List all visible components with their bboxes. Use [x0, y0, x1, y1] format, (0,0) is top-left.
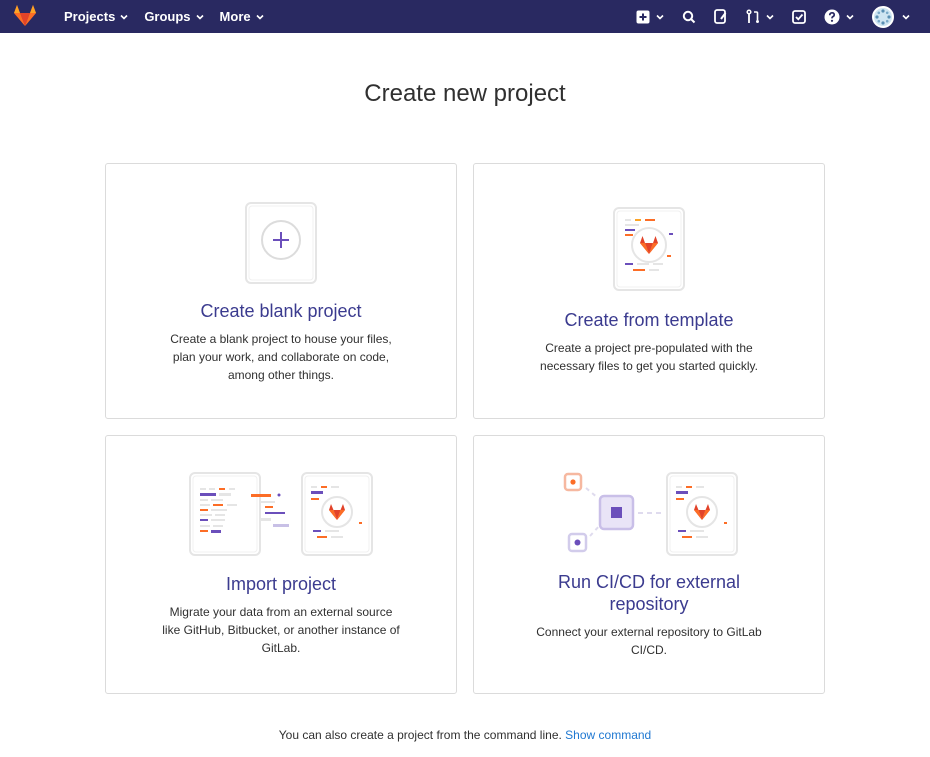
card-title: Create blank project [200, 301, 362, 321]
issues-button[interactable] [705, 0, 737, 33]
card-description: Migrate your data from an external sourc… [162, 605, 400, 655]
chevron-down-icon [256, 14, 264, 20]
merge-request-icon [746, 9, 759, 23]
command-line-hint: You can also create a project from the c… [0, 728, 930, 742]
import-illustration [189, 472, 373, 556]
new-item-dropdown[interactable] [627, 0, 673, 33]
chevron-down-icon [846, 14, 854, 20]
import-project-card[interactable]: Import project Migrate your data from an… [105, 435, 457, 694]
card-title: Import project [225, 574, 337, 594]
avatar [872, 5, 894, 28]
nav-groups-dropdown[interactable]: Groups [136, 0, 211, 33]
page-title: Create new project [364, 80, 566, 107]
card-title: Create from template [564, 310, 734, 330]
search-icon [682, 10, 696, 23]
plus-square-icon [636, 10, 650, 23]
nav-projects-label: Projects [64, 9, 116, 24]
template-illustration [613, 207, 685, 291]
question-icon [824, 9, 840, 24]
user-menu-dropdown[interactable] [863, 0, 910, 33]
nav-more-label: More [219, 9, 251, 24]
gitlab-logo-icon[interactable] [12, 3, 38, 29]
nav-projects-dropdown[interactable]: Projects [56, 0, 136, 33]
blank-project-illustration [245, 202, 317, 284]
chevron-down-icon [766, 14, 774, 20]
chevron-down-icon [656, 14, 664, 20]
search-button[interactable] [673, 0, 705, 33]
chevron-down-icon [120, 14, 128, 20]
cicd-illustration [563, 472, 738, 556]
card-description: Connect your external repository to GitL… [536, 625, 762, 657]
command-line-text: You can also create a project from the c… [278, 728, 562, 742]
card-description: Create a blank project to house your fil… [170, 332, 392, 382]
chevron-down-icon [195, 14, 204, 20]
merge-requests-dropdown[interactable] [737, 0, 783, 33]
nav-groups-label: Groups [144, 9, 191, 24]
issues-icon [714, 9, 727, 24]
card-description: Create a project pre-populated with the … [540, 341, 758, 373]
top-navbar: Projects Groups More [0, 0, 930, 33]
show-command-link[interactable]: Show command [565, 728, 651, 742]
card-title: Run CI/CD for external repository [557, 572, 741, 614]
create-from-template-card[interactable]: Create from template Create a project pr… [473, 163, 825, 419]
run-cicd-external-repo-card[interactable]: Run CI/CD for external repository Connec… [473, 435, 825, 694]
todo-icon [792, 9, 806, 24]
nav-more-dropdown[interactable]: More [212, 0, 272, 33]
todos-button[interactable] [783, 0, 815, 33]
help-dropdown[interactable] [815, 0, 863, 33]
create-blank-project-card[interactable]: Create blank project Create a blank proj… [105, 163, 457, 419]
chevron-down-icon [902, 14, 910, 20]
